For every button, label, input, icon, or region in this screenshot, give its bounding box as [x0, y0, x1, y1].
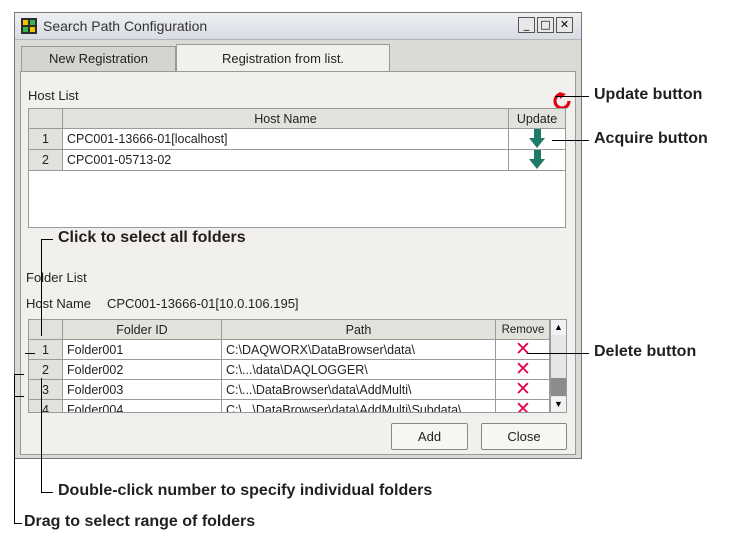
delete-button[interactable]: ✕	[495, 399, 549, 413]
scroll-up-icon[interactable]: ▲	[551, 320, 566, 335]
drag-callout: Drag to select range of folders	[24, 513, 256, 530]
minimize-button[interactable]: _	[518, 17, 535, 33]
folder-list-table: Folder ID Path Remove 1 Folder001 C:\DAQ…	[29, 320, 549, 413]
add-button[interactable]: Add	[391, 423, 468, 450]
folder-id-cell[interactable]: Folder002	[62, 359, 222, 380]
acquire-callout: Acquire button	[594, 130, 708, 147]
host-name-label: Host Name	[26, 296, 92, 311]
update-callout: Update button	[594, 86, 703, 103]
row1-callout-tick	[25, 353, 35, 354]
host-row-number[interactable]: 2	[28, 149, 63, 171]
remove-x-icon: ✕	[515, 339, 531, 360]
update-callout-line	[555, 96, 589, 97]
select-all-callout: Click to select all folders	[58, 229, 246, 246]
folder-row-number[interactable]: 4	[29, 399, 63, 412]
folder-list-grid: Folder ID Path Remove 1 Folder001 C:\DAQ…	[28, 319, 550, 413]
scroll-thumb[interactable]	[551, 378, 566, 396]
delete-button[interactable]: ✕	[495, 379, 549, 400]
drag-callout-bottom-tick	[14, 396, 24, 397]
select-all-folders-header[interactable]	[29, 320, 63, 340]
tab-new-registration[interactable]: New Registration	[21, 46, 176, 71]
double-click-callout-tick	[41, 492, 53, 493]
close-button[interactable]: Close	[481, 423, 567, 450]
table-row[interactable]: 2 CPC001-05713-02	[28, 149, 566, 171]
delete-callout: Delete button	[594, 343, 697, 360]
acquire-button[interactable]	[508, 149, 566, 171]
host-row-number[interactable]: 1	[28, 128, 63, 150]
select-all-callout-tick	[41, 239, 53, 240]
title-bar[interactable]: Search Path Configuration _ □ ✕	[15, 13, 581, 40]
maximize-button[interactable]: □	[537, 17, 554, 33]
host-col-name-header: Host Name	[62, 108, 509, 129]
host-name-cell[interactable]: CPC001-05713-02	[62, 149, 509, 171]
folder-row-number[interactable]: 1	[29, 339, 63, 360]
delete-callout-line	[527, 353, 589, 354]
folder-row-number[interactable]: 2	[29, 359, 63, 380]
double-click-callout-line	[41, 378, 42, 493]
table-row[interactable]: 3 Folder003 C:\...\DataBrowser\data\AddM…	[29, 379, 549, 400]
acquire-callout-line	[552, 140, 589, 141]
table-row[interactable]: 2 Folder002 C:\...\data\DAQLOGGER\ ✕	[29, 359, 549, 380]
host-col-update-header: Update	[508, 108, 566, 129]
remove-x-icon: ✕	[515, 399, 531, 413]
folder-list-label: Folder List	[26, 270, 87, 285]
drag-callout-tick	[14, 523, 22, 524]
folder-row-number[interactable]: 3	[29, 379, 63, 400]
table-row[interactable]: 4 Folder004 C:\...\DataBrowser\data\AddM…	[29, 399, 549, 413]
folder-path-cell[interactable]: C:\...\DataBrowser\data\AddMulti\	[221, 379, 496, 400]
remove-x-icon: ✕	[515, 359, 531, 380]
download-arrow-icon	[529, 150, 545, 170]
table-row[interactable]: 1 Folder001 C:\DAQWORX\DataBrowser\data\…	[29, 339, 549, 360]
table-row[interactable]: 1 CPC001-13666-01[localhost]	[28, 128, 566, 150]
folder-id-cell[interactable]: Folder001	[62, 339, 222, 360]
folder-id-cell[interactable]: Folder003	[62, 379, 222, 400]
folder-list-scrollbar[interactable]: ▲ ▼	[550, 319, 567, 413]
tab-registration-from-list[interactable]: Registration from list.	[176, 44, 390, 72]
host-name-value: CPC001-13666-01[10.0.106.195]	[107, 296, 299, 311]
remove-x-icon: ✕	[515, 379, 531, 400]
select-all-callout-line	[41, 239, 42, 336]
host-list-label: Host List	[28, 88, 79, 103]
app-icon	[21, 18, 37, 34]
acquire-button[interactable]	[508, 128, 566, 150]
folder-id-header: Folder ID	[62, 320, 222, 340]
drag-callout-top-tick	[14, 374, 24, 375]
delete-button[interactable]: ✕	[495, 359, 549, 380]
folder-path-cell[interactable]: C:\DAQWORX\DataBrowser\data\	[221, 339, 496, 360]
download-arrow-icon	[529, 129, 545, 149]
double-click-callout: Double-click number to specify individua…	[58, 482, 433, 499]
scroll-down-icon[interactable]: ▼	[551, 397, 566, 412]
folder-path-cell[interactable]: C:\...\data\DAQLOGGER\	[221, 359, 496, 380]
close-window-button[interactable]: ✕	[556, 17, 573, 33]
window-title: Search Path Configuration	[43, 18, 208, 34]
host-col-num-header	[28, 108, 63, 129]
host-list-table: Host Name Update 1 CPC001-13666-01[local…	[28, 108, 566, 171]
remove-header: Remove	[495, 320, 549, 340]
folder-path-cell[interactable]: C:\...\DataBrowser\data\AddMulti\Subdata…	[221, 399, 496, 412]
delete-button[interactable]: ✕	[495, 339, 549, 360]
folder-id-cell[interactable]: Folder004	[62, 399, 222, 412]
registration-panel: Host List Host Name Update 1 CPC001-1366…	[20, 71, 576, 455]
path-header: Path	[221, 320, 496, 340]
host-name-cell[interactable]: CPC001-13666-01[localhost]	[62, 128, 509, 150]
